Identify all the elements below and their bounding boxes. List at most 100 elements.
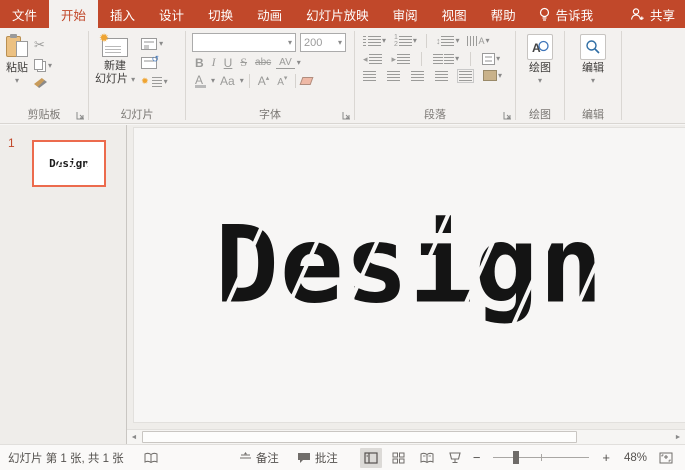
slide-layout-button[interactable]: ▾: [139, 37, 170, 51]
strikethrough-button[interactable]: S: [237, 55, 250, 70]
fit-slide-to-window-button[interactable]: [655, 448, 677, 468]
tab-design[interactable]: 设计: [147, 0, 196, 28]
font-size-combobox[interactable]: 200▾: [300, 33, 346, 52]
copy-button[interactable]: ▾: [32, 58, 54, 73]
change-case-button[interactable]: Aa: [217, 74, 238, 88]
tab-animations[interactable]: 动画: [245, 0, 294, 28]
drawing-button[interactable]: A 绘图 ▾: [518, 32, 562, 87]
grow-font-button[interactable]: A▴: [255, 74, 273, 88]
slide-sorter-view-button[interactable]: [388, 448, 410, 468]
align-center-button[interactable]: [385, 70, 402, 82]
editing-button[interactable]: 编辑 ▾: [567, 32, 619, 87]
tab-home[interactable]: 开始: [49, 0, 98, 28]
reading-view-button[interactable]: [416, 448, 438, 468]
slide-text-block[interactable]: Design: [215, 208, 604, 325]
zoom-in-button[interactable]: +: [599, 450, 613, 465]
font-name-combobox[interactable]: ▾: [192, 33, 296, 52]
underline-button[interactable]: U: [221, 56, 236, 70]
align-text-button[interactable]: ▾: [480, 52, 502, 66]
italic-button[interactable]: I: [209, 55, 219, 70]
font-color-dropdown-icon[interactable]: ▾: [211, 77, 215, 85]
character-spacing-dropdown-icon[interactable]: ▾: [297, 59, 301, 67]
zoom-slider-tick: [541, 454, 542, 461]
bullets-icon: [368, 36, 381, 46]
distribute-button[interactable]: [457, 70, 474, 82]
slideshow-view-button[interactable]: [444, 448, 466, 468]
slide-thumbnail-panel: 1 Design: [0, 125, 127, 444]
editing-canvas: Design ◄ ►: [127, 125, 685, 444]
decrease-indent-button[interactable]: ◂: [361, 53, 384, 66]
bullets-button[interactable]: ▾: [361, 35, 388, 47]
font-color-button[interactable]: A: [192, 73, 209, 88]
text-direction-icon: [467, 36, 477, 46]
group-separator: [621, 31, 622, 120]
comments-button[interactable]: 批注: [297, 450, 338, 466]
convert-smartart-button[interactable]: ▾: [481, 69, 504, 82]
tab-insert[interactable]: 插入: [98, 0, 147, 28]
zoom-slider-thumb[interactable]: [513, 451, 519, 464]
thumbnail-slide-text: Design: [49, 157, 89, 170]
character-spacing-button[interactable]: AV: [276, 57, 295, 69]
editing-group-label: 编辑: [565, 106, 621, 122]
text-direction-button[interactable]: A▾: [465, 35, 491, 47]
increase-indent-button[interactable]: ▸: [390, 53, 413, 66]
tab-review[interactable]: 审阅: [381, 0, 430, 28]
tab-transitions[interactable]: 切换: [196, 0, 245, 28]
slide-canvas[interactable]: Design: [133, 127, 685, 423]
columns-button[interactable]: ▾: [431, 53, 461, 65]
zoom-out-button[interactable]: −: [470, 450, 484, 465]
scrollbar-thumb[interactable]: [142, 431, 577, 443]
zoom-percentage[interactable]: 48%: [617, 452, 647, 464]
share-button[interactable]: 共享: [620, 0, 685, 28]
paragraph-group-label: 段落: [355, 106, 515, 122]
numbering-button[interactable]: 12▾: [392, 33, 419, 49]
clear-formatting-abc-button[interactable]: abc: [252, 57, 274, 68]
align-left-icon: [363, 71, 376, 81]
justify-icon: [435, 71, 448, 81]
slide-sorter-icon: [392, 452, 405, 464]
scrollbar-track[interactable]: [141, 431, 671, 444]
font-dialog-launcher[interactable]: [342, 111, 351, 120]
paragraph-group: ▾ 12▾ ↕▾ A▾ ◂ ▸ ▾ ▾ ▾ 段: [355, 28, 515, 123]
paste-dropdown-icon[interactable]: ▾: [15, 77, 19, 85]
slide-thumbnail-1[interactable]: Design: [32, 140, 106, 187]
paste-button[interactable]: 粘贴 ▾: [2, 32, 32, 89]
normal-view-button[interactable]: [360, 448, 382, 468]
zoom-slider[interactable]: [493, 457, 589, 458]
paragraph-dialog-launcher[interactable]: [503, 111, 512, 120]
align-right-button[interactable]: [409, 70, 426, 82]
clear-all-formatting-icon[interactable]: [300, 77, 314, 85]
tab-file[interactable]: 文件: [0, 0, 49, 28]
cut-button[interactable]: ✂: [32, 36, 54, 54]
scissors-icon: ✂: [34, 37, 45, 53]
scroll-left-arrow[interactable]: ◄: [127, 434, 141, 441]
tab-slideshow[interactable]: 幻灯片放映: [294, 0, 381, 28]
clipboard-dialog-launcher[interactable]: [76, 111, 85, 120]
tab-help[interactable]: 帮助: [479, 0, 528, 28]
format-painter-button[interactable]: [32, 77, 54, 89]
tab-view[interactable]: 视图: [430, 0, 479, 28]
tell-me-button[interactable]: 告诉我: [528, 0, 604, 28]
search-magnifier-icon: [580, 34, 606, 60]
change-case-dropdown-icon[interactable]: ▾: [240, 77, 244, 85]
shrink-font-button[interactable]: A▾: [274, 74, 290, 88]
bold-button[interactable]: B: [192, 56, 207, 70]
status-bar: 幻灯片 第 1 张, 共 1 张 备注 批注 −: [0, 444, 685, 470]
spell-check-button[interactable]: [144, 452, 158, 464]
reset-slide-button[interactable]: ↺: [139, 56, 170, 70]
reading-view-icon: [420, 452, 434, 464]
new-slide-button[interactable]: ✹ 新建幻灯片 ▾: [91, 32, 139, 88]
section-icon: ✹: [141, 76, 149, 87]
section-button[interactable]: ✹▾: [139, 75, 170, 88]
line-spacing-icon: ↕: [436, 36, 441, 46]
align-left-button[interactable]: [361, 70, 378, 82]
horizontal-scrollbar[interactable]: ◄ ►: [127, 429, 685, 444]
justify-button[interactable]: [433, 70, 450, 82]
tabbar-spacer: [603, 0, 620, 28]
clipboard-group: 粘贴 ▾ ✂ ▾ 剪贴板: [0, 28, 88, 123]
slides-group: ✹ 新建幻灯片 ▾ ▾ ↺ ✹▾ 幻灯片: [89, 28, 185, 123]
decrease-indent-icon: [369, 54, 382, 64]
scroll-right-arrow[interactable]: ►: [671, 434, 685, 441]
line-spacing-button[interactable]: ↕▾: [434, 35, 462, 47]
notes-button[interactable]: 备注: [239, 450, 279, 466]
